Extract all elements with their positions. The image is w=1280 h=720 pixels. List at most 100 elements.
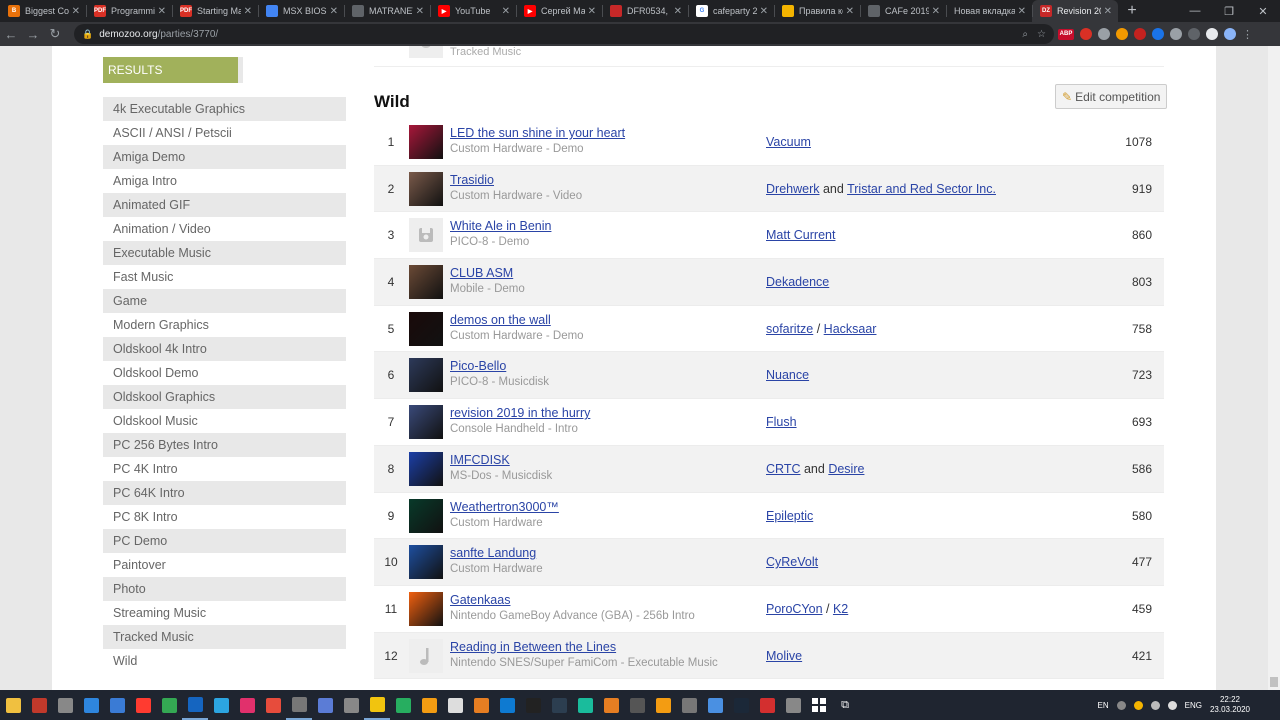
minimize-icon[interactable]: — (1178, 0, 1212, 22)
author-link[interactable]: CyReVolt (766, 555, 818, 569)
competition-link[interactable]: Wild (103, 649, 346, 673)
profile-avatar[interactable] (1206, 28, 1218, 40)
taskbar-app-icon[interactable] (286, 690, 312, 720)
restore-icon[interactable]: ❐ (1212, 0, 1246, 22)
extension-icon[interactable] (1080, 28, 1092, 40)
entry-thumbnail[interactable] (409, 405, 443, 440)
competition-link[interactable]: Animation / Video (103, 217, 346, 241)
taskbar-app-icon[interactable] (572, 690, 598, 720)
browser-tab[interactable]: B Biggest Coll ✕ (0, 0, 86, 22)
entry-thumbnail[interactable] (409, 311, 443, 346)
browser-tab[interactable]: MATRANET✕ (344, 0, 430, 22)
taskbar-app-icon[interactable] (130, 690, 156, 720)
close-window-icon[interactable]: ✕ (1246, 0, 1280, 22)
competition-link[interactable]: PC 4K Intro (103, 457, 346, 481)
taskbar-app-icon[interactable] (416, 690, 442, 720)
author-link[interactable]: Epileptic (766, 509, 813, 523)
competition-link[interactable]: PC 256 Bytes Intro (103, 433, 346, 457)
close-tab-icon[interactable]: ✕ (330, 6, 338, 17)
entry-title-link[interactable]: Weathertron3000™ (450, 500, 559, 514)
close-tab-icon[interactable]: ✕ (416, 6, 424, 17)
volume-icon[interactable] (1167, 700, 1177, 710)
taskbar-app-icon[interactable] (78, 690, 104, 720)
taskbar-app-icon[interactable] (754, 690, 780, 720)
taskbar-app-icon[interactable] (104, 690, 130, 720)
task-view-icon[interactable]: ⧉ (832, 690, 858, 720)
close-tab-icon[interactable]: ✕ (72, 6, 80, 17)
close-tab-icon[interactable]: ✕ (932, 6, 940, 17)
tray-icon[interactable] (1133, 700, 1143, 710)
address-bar[interactable]: 🔒 demozoo.org /parties/3770/ ⌕ ☆ (74, 24, 1054, 44)
menu-kebab-icon[interactable]: ⋮ (1242, 28, 1253, 41)
language-indicator[interactable]: ENG (1185, 701, 1202, 710)
competition-link[interactable]: Executable Music (103, 241, 346, 265)
browser-tab[interactable]: CAFe 2019 ✕ (860, 0, 946, 22)
competition-link[interactable]: Oldskool Music (103, 409, 346, 433)
close-tab-icon[interactable]: ✕ (846, 6, 854, 17)
clock[interactable]: 22:22 23.03.2020 (1210, 695, 1250, 715)
taskbar-app-icon[interactable] (52, 690, 78, 720)
language-short[interactable]: EN (1097, 701, 1108, 710)
adblock-extension-icon[interactable]: ABP (1058, 28, 1074, 40)
author-link[interactable]: Dekadence (766, 275, 829, 289)
close-tab-icon[interactable]: ✕ (158, 6, 166, 17)
taskbar-app-icon[interactable] (338, 690, 364, 720)
author-link[interactable]: Matt Current (766, 228, 835, 242)
entry-thumbnail[interactable] (409, 545, 443, 580)
author-link[interactable]: Molive (766, 649, 802, 663)
author-link[interactable]: K2 (833, 602, 848, 616)
tray-icon[interactable] (1116, 700, 1126, 710)
entry-title-link[interactable]: Trasidio (450, 173, 494, 187)
competition-link[interactable]: ASCII / ANSI / Petscii (103, 121, 346, 145)
taskbar-app-icon[interactable] (598, 690, 624, 720)
browser-tab[interactable]: MSX BIOS B✕ (258, 0, 344, 22)
taskbar-app-icon[interactable] (182, 690, 208, 720)
entry-title-link[interactable]: Gatenkaas (450, 593, 510, 607)
taskbar-app-icon[interactable] (702, 690, 728, 720)
competition-link[interactable]: PC Demo (103, 529, 346, 553)
scrollbar-thumb[interactable] (1270, 677, 1278, 687)
author-link[interactable]: Drehwerk (766, 182, 820, 196)
extension-icon[interactable] (1170, 28, 1182, 40)
competition-link[interactable]: Game (103, 289, 346, 313)
back-arrow-icon[interactable]: ← (0, 22, 22, 46)
browser-tab[interactable]: ▶ Сергей Ма ✕ (516, 0, 602, 22)
entry-thumbnail[interactable] (409, 171, 443, 206)
taskbar-app-icon[interactable] (234, 690, 260, 720)
entry-thumbnail[interactable] (409, 265, 443, 300)
browser-tab[interactable]: ▶ YouTube ✕ (430, 0, 516, 22)
competition-link[interactable]: Oldskool 4k Intro (103, 337, 346, 361)
competition-link[interactable]: Fast Music (103, 265, 346, 289)
competition-link[interactable]: Tracked Music (103, 625, 346, 649)
entry-thumbnail[interactable] (409, 591, 443, 626)
reload-icon[interactable]: ↻ (44, 22, 66, 46)
author-link[interactable]: PoroCYon (766, 602, 823, 616)
author-link[interactable]: Nuance (766, 368, 809, 382)
extension-icon[interactable] (1188, 28, 1200, 40)
extension-icon[interactable] (1098, 28, 1110, 40)
browser-tab[interactable]: DZ Revision 20 ✕ (1032, 0, 1118, 22)
taskbar-app-icon[interactable] (390, 690, 416, 720)
taskbar-app-icon[interactable] (728, 690, 754, 720)
taskbar-app-icon[interactable] (780, 690, 806, 720)
close-tab-icon[interactable]: ✕ (244, 6, 252, 17)
entry-title-link[interactable]: IMFCDISK (450, 453, 510, 467)
author-link[interactable]: CRTC (766, 462, 801, 476)
bookmark-star-icon[interactable]: ☆ (1037, 29, 1046, 40)
entry-title-link[interactable]: LED the sun shine in your heart (450, 126, 625, 140)
entry-title-link[interactable]: sanfte Landung (450, 546, 536, 560)
browser-tab[interactable]: Gcafeparty 20✕ (688, 0, 774, 22)
close-tab-icon[interactable]: ✕ (760, 6, 768, 17)
entry-thumbnail[interactable] (409, 125, 443, 159)
entry-title-link[interactable]: White Ale in Benin (450, 219, 551, 233)
zoom-icon[interactable]: ⌕ (1022, 29, 1028, 40)
author-link[interactable]: Desire (828, 462, 864, 476)
taskbar-app-icon[interactable] (676, 690, 702, 720)
competition-link[interactable]: Paintover (103, 553, 346, 577)
entry-thumbnail[interactable] (409, 218, 443, 253)
author-link[interactable]: Vacuum (766, 135, 811, 149)
competition-link[interactable]: Amiga Demo (103, 145, 346, 169)
windows-start-icon[interactable] (806, 690, 832, 720)
entry-title-link[interactable]: CLUB ASM (450, 266, 513, 280)
browser-tab[interactable]: DFR0534, U✕ (602, 0, 688, 22)
